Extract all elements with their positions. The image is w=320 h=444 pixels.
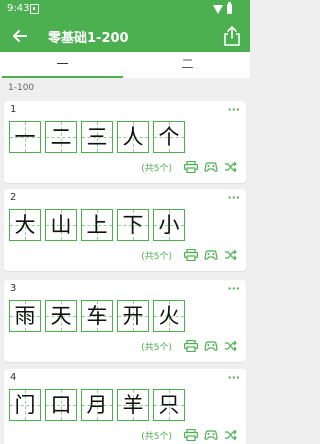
char: 上 bbox=[86, 213, 108, 237]
char-cell[interactable]: 火 bbox=[153, 300, 185, 332]
tab-one-label: 一 bbox=[56, 57, 69, 71]
char-cell[interactable]: 羊 bbox=[117, 389, 149, 421]
char-cell[interactable]: 只 bbox=[153, 389, 185, 421]
more-icon[interactable]: ··· bbox=[227, 282, 240, 295]
shuffle-icon[interactable] bbox=[224, 429, 238, 441]
char-cell[interactable]: 开 bbox=[117, 300, 149, 332]
gamepad-icon[interactable] bbox=[204, 161, 218, 173]
tab-two-label: 二 bbox=[181, 57, 194, 71]
char-cell[interactable]: 下 bbox=[117, 209, 149, 241]
shuffle-icon[interactable] bbox=[224, 161, 238, 173]
char-cell[interactable]: 人 bbox=[117, 121, 149, 153]
char: 小 bbox=[158, 213, 180, 237]
gamepad-icon[interactable] bbox=[204, 429, 218, 441]
tab-indicator bbox=[2, 76, 123, 78]
char-row: 一 二 三 人 个 bbox=[9, 121, 189, 153]
app-bar: 零基础1-200 bbox=[0, 20, 250, 52]
char-cell[interactable]: 个 bbox=[153, 121, 185, 153]
char: 门 bbox=[14, 393, 36, 417]
char: 羊 bbox=[122, 393, 144, 417]
char-cell[interactable]: 一 bbox=[9, 121, 41, 153]
tab-one[interactable]: 一 bbox=[0, 52, 125, 78]
card-index: 4 bbox=[10, 372, 17, 383]
char: 大 bbox=[14, 213, 36, 237]
card-index: 2 bbox=[10, 192, 17, 203]
char: 车 bbox=[86, 304, 108, 328]
char-cell[interactable]: 大 bbox=[9, 209, 41, 241]
notification-icon bbox=[30, 4, 39, 14]
card-footer: (共5个) bbox=[141, 248, 238, 262]
char-count: (共5个) bbox=[141, 342, 172, 353]
shuffle-icon[interactable] bbox=[224, 340, 238, 352]
char-row: 雨 天 车 开 火 bbox=[9, 300, 189, 332]
char: 人 bbox=[122, 125, 144, 149]
lesson-card-4[interactable]: 4 ··· 门 口 月 羊 只 (共5个) bbox=[4, 369, 246, 444]
char: 火 bbox=[158, 304, 180, 328]
char: 个 bbox=[158, 125, 180, 149]
page-title: 零基础1-200 bbox=[48, 31, 129, 46]
char: 三 bbox=[86, 125, 108, 149]
wifi-icon bbox=[213, 5, 223, 14]
char-cell[interactable]: 天 bbox=[45, 300, 77, 332]
lesson-card-1[interactable]: 1 ··· 一 二 三 人 个 (共5个) bbox=[4, 101, 246, 183]
back-arrow-icon[interactable] bbox=[10, 26, 30, 46]
char-cell[interactable]: 小 bbox=[153, 209, 185, 241]
char: 山 bbox=[50, 213, 72, 237]
char-cell[interactable]: 山 bbox=[45, 209, 77, 241]
char-cell[interactable]: 上 bbox=[81, 209, 113, 241]
share-icon[interactable] bbox=[222, 25, 242, 47]
char-cell[interactable]: 口 bbox=[45, 389, 77, 421]
char: 月 bbox=[86, 393, 108, 417]
char-cell[interactable]: 月 bbox=[81, 389, 113, 421]
printer-icon[interactable] bbox=[184, 249, 198, 261]
char-cell[interactable]: 三 bbox=[81, 121, 113, 153]
battery-icon bbox=[227, 2, 232, 14]
char: 开 bbox=[122, 304, 144, 328]
card-index: 1 bbox=[10, 104, 17, 115]
char: 雨 bbox=[14, 304, 36, 328]
more-icon[interactable]: ··· bbox=[227, 191, 240, 204]
char-row: 门 口 月 羊 只 bbox=[9, 389, 189, 421]
char-row: 大 山 上 下 小 bbox=[9, 209, 189, 241]
char: 天 bbox=[50, 304, 72, 328]
char: 下 bbox=[122, 213, 144, 237]
char-cell[interactable]: 车 bbox=[81, 300, 113, 332]
section-label: 1-100 bbox=[8, 83, 35, 93]
shuffle-icon[interactable] bbox=[224, 249, 238, 261]
card-footer: (共5个) bbox=[141, 160, 238, 174]
char-count: (共5个) bbox=[141, 251, 172, 262]
char-count: (共5个) bbox=[141, 163, 172, 174]
printer-icon[interactable] bbox=[184, 429, 198, 441]
more-icon[interactable]: ··· bbox=[227, 371, 240, 384]
gamepad-icon[interactable] bbox=[204, 249, 218, 261]
printer-icon[interactable] bbox=[184, 340, 198, 352]
more-icon[interactable]: ··· bbox=[227, 103, 240, 116]
char-cell[interactable]: 雨 bbox=[9, 300, 41, 332]
card-footer: (共5个) bbox=[141, 428, 238, 442]
char: 口 bbox=[50, 393, 72, 417]
char-cell[interactable]: 门 bbox=[9, 389, 41, 421]
card-index: 3 bbox=[10, 283, 17, 294]
char: 一 bbox=[14, 125, 36, 149]
lesson-card-2[interactable]: 2 ··· 大 山 上 下 小 (共5个) bbox=[4, 189, 246, 271]
gamepad-icon[interactable] bbox=[204, 340, 218, 352]
card-footer: (共5个) bbox=[141, 339, 238, 353]
status-time: 9:43 bbox=[7, 3, 30, 14]
status-bar: 9:43 bbox=[0, 0, 250, 20]
char-count: (共5个) bbox=[141, 431, 172, 442]
char: 只 bbox=[158, 393, 180, 417]
printer-icon[interactable] bbox=[184, 161, 198, 173]
lesson-card-3[interactable]: 3 ··· 雨 天 车 开 火 (共5个) bbox=[4, 280, 246, 362]
char-cell[interactable]: 二 bbox=[45, 121, 77, 153]
char: 二 bbox=[50, 125, 72, 149]
tab-bar: 一 二 bbox=[0, 52, 250, 78]
tab-two[interactable]: 二 bbox=[125, 52, 250, 78]
